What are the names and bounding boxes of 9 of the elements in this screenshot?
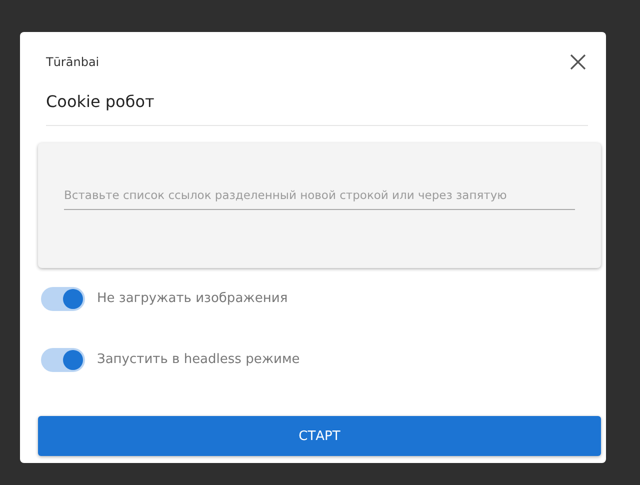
dialog-title: Cookie робот: [46, 92, 156, 112]
toggle-switch[interactable]: [41, 286, 85, 310]
app-name: Tūrānbai: [46, 55, 100, 69]
toggle-switch[interactable]: [41, 348, 85, 372]
option-label: Запустить в headless режиме: [97, 352, 300, 367]
input-field[interactable]: Вставьте список ссылок разделенный новой строкой или через запятую: [64, 186, 575, 210]
option-label: Не загружать изображения: [97, 291, 288, 306]
close-icon[interactable]: [570, 54, 586, 70]
start-button[interactable]: СТАРТ: [38, 416, 601, 456]
